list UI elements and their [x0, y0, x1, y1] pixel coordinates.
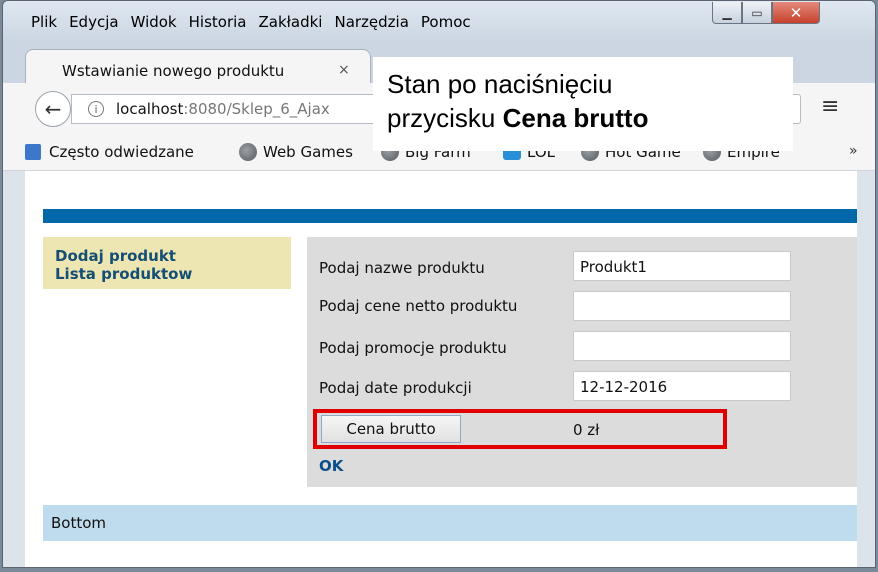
tab-title: Wstawianie nowego produktu	[62, 62, 285, 80]
minimize-icon: ▁	[722, 5, 732, 20]
input-promocja[interactable]	[573, 331, 791, 361]
input-cena-netto[interactable]	[573, 291, 791, 321]
label-promocja: Podaj promocje produktu	[319, 339, 507, 357]
hamburger-menu-icon[interactable]: ≡	[821, 96, 841, 118]
minimize-button[interactable]: ▁	[712, 2, 742, 24]
menu-historia[interactable]: Historia	[189, 13, 247, 31]
label-nazwa: Podaj nazwe produktu	[319, 259, 485, 277]
menu-widok[interactable]: Widok	[131, 13, 177, 31]
close-button[interactable]: ✕	[772, 2, 820, 24]
bookmark-web-games[interactable]: Web Games	[239, 143, 353, 161]
tab-close-icon[interactable]: ×	[338, 62, 350, 78]
sidebar: Dodaj produkt Lista produktow	[43, 237, 291, 289]
bookmark-folder-icon	[25, 144, 41, 160]
menu-zakladki[interactable]: Zakładki	[258, 13, 322, 31]
maximize-button[interactable]: ▭	[742, 2, 772, 24]
label-data: Podaj date produkcji	[319, 379, 472, 397]
sidebar-link-lista-produktow[interactable]: Lista produktow	[55, 265, 279, 283]
menu-pomoc[interactable]: Pomoc	[421, 13, 471, 31]
annotation-prefix: przycisku	[387, 103, 503, 133]
info-icon[interactable]: i	[88, 101, 104, 117]
annotation-bold: Cena brutto	[502, 103, 649, 133]
url-host: localhost	[116, 100, 184, 118]
annotation-line-2: przycisku Cena brutto	[387, 101, 779, 135]
highlight-box	[313, 409, 727, 449]
title-bar: Plik Edycja Widok Historia Zakładki Narz…	[3, 1, 875, 43]
browser-window: Plik Edycja Widok Historia Zakładki Narz…	[2, 0, 876, 568]
ok-link[interactable]: OK	[319, 457, 343, 475]
tab-active[interactable]: Wstawianie nowego produktu ×	[25, 49, 371, 85]
back-arrow-icon: ←	[44, 97, 62, 121]
sidebar-link-dodaj-produkt[interactable]: Dodaj produkt	[55, 247, 279, 265]
menu-narzedzia[interactable]: Narzędzia	[334, 13, 408, 31]
footer: Bottom	[43, 505, 857, 541]
bookmarks-more-icon[interactable]: »	[849, 143, 858, 159]
annotation-line-1: Stan po naciśnięciu	[387, 69, 613, 99]
back-button[interactable]: ←	[35, 91, 71, 127]
header-bar	[43, 209, 857, 223]
input-nazwa[interactable]: Produkt1	[573, 251, 791, 281]
page-content: Dodaj produkt Lista produktow Podaj nazw…	[25, 171, 857, 567]
url-path: :8080/Sklep_6_Ajax	[183, 100, 330, 118]
menu-bar: Plik Edycja Widok Historia Zakładki Narz…	[31, 13, 483, 31]
product-form: Podaj nazwe produktu Produkt1 Podaj cene…	[307, 237, 857, 487]
menu-plik[interactable]: Plik	[31, 13, 57, 31]
input-data[interactable]: 12-12-2016	[573, 371, 791, 401]
bookmark-label: Web Games	[263, 143, 353, 161]
globe-icon	[239, 143, 257, 161]
bookmark-label: Często odwiedzane	[49, 143, 194, 161]
label-cena-netto: Podaj cene netto produktu	[319, 297, 518, 315]
maximize-icon: ▭	[751, 5, 763, 20]
menu-edycja[interactable]: Edycja	[69, 13, 118, 31]
annotation-callout: Stan po naciśnięciu przycisku Cena brutt…	[373, 57, 793, 151]
bookmark-czesto[interactable]: Często odwiedzane	[25, 143, 194, 161]
close-icon: ✕	[789, 3, 803, 22]
